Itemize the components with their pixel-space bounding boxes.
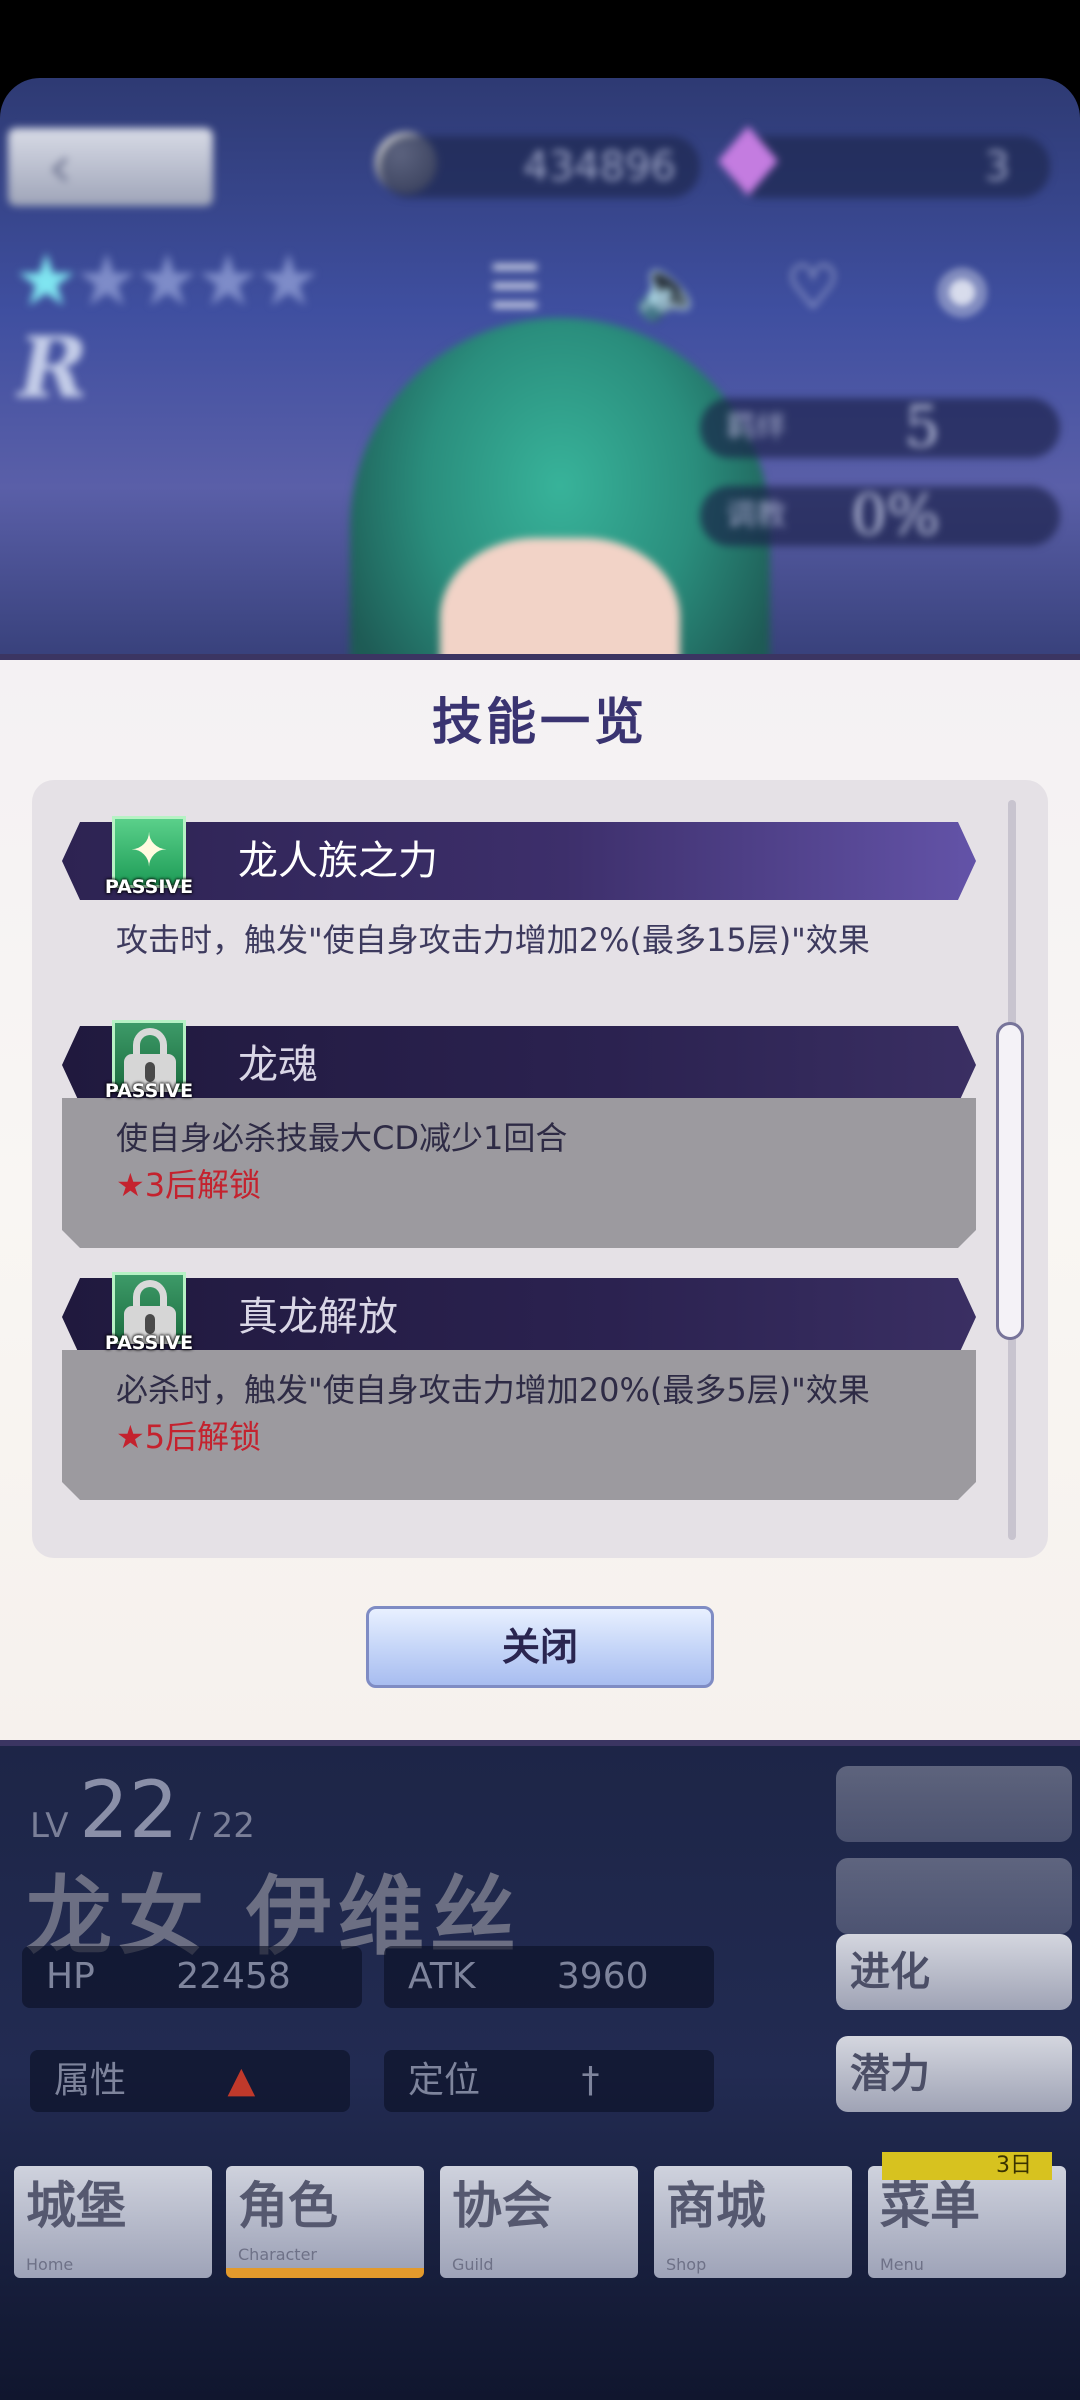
fire-element-icon: ▲ xyxy=(227,2060,256,2101)
bond-label: 羁绊 xyxy=(726,410,786,445)
view-eye-icon[interactable]: ◉ xyxy=(936,253,988,323)
skill-header: 龙魂 xyxy=(62,1026,976,1104)
menu-timer-badge: 3日 xyxy=(882,2152,1052,2180)
skill-description: 使自身必杀技最大CD减少1回合 xyxy=(116,1119,568,1157)
nav-tab-menu[interactable]: 菜单 Menu xyxy=(868,2166,1066,2278)
attribute-label: 属性 xyxy=(54,2060,127,2101)
star-empty-icon: ★ xyxy=(256,238,321,322)
level-value: 22 xyxy=(79,1766,179,1856)
star-empty-icon: ★ xyxy=(74,238,140,322)
skill-header: 真龙解放 xyxy=(62,1278,976,1356)
level-max: / 22 xyxy=(189,1806,255,1846)
rarity-label: R xyxy=(18,318,88,417)
sword-role-icon: † xyxy=(581,2060,600,2101)
skill-list-panel[interactable]: 龙人族之力 ✦ PASSIVE 攻击时，触发"使自身攻击力增加2%(最多15层)… xyxy=(32,780,1048,1558)
locked-skill-body: 使自身必杀技最大CD减少1回合 ★3后解锁 xyxy=(62,1098,976,1248)
passive-badge-label: PASSIVE xyxy=(104,1332,194,1354)
training-label: 调教 xyxy=(726,498,786,533)
skill-name: 龙人族之力 xyxy=(238,838,438,884)
nav-sublabel: Home xyxy=(26,2255,74,2274)
nav-sublabel: Shop xyxy=(666,2255,707,2274)
favorite-heart-icon[interactable]: ♡ xyxy=(786,253,840,323)
attribute-stat: 属性 ▲ xyxy=(30,2050,350,2112)
skill-item-locked[interactable]: 龙魂 使自身必杀技最大CD减少1回合 ★3后解锁 PASSIVE xyxy=(62,1020,976,1248)
skill-list-dialog: 技能一览 龙人族之力 ✦ PASSIVE 攻击时，触发"使自身攻击力增加2%(最… xyxy=(0,654,1080,1746)
character-screen-background: ‹ 434896 3 ★★★★★ R ☰ 🔈 ♡ ◉ 羁绊 5 调教 0% xyxy=(0,78,1080,663)
training-stat[interactable]: 调教 0% xyxy=(700,486,1060,546)
atk-stat: ATK 3960 xyxy=(384,1946,714,2008)
star-filled-icon: ★ xyxy=(14,238,79,322)
nav-label: 城堡 xyxy=(26,2177,126,2235)
back-button[interactable]: ‹ xyxy=(8,128,213,206)
nav-sublabel: Guild xyxy=(452,2255,494,2274)
unlock-requirement: ★3后解锁 xyxy=(116,1166,262,1204)
skill-name: 真龙解放 xyxy=(238,1294,398,1340)
nav-tab-guild[interactable]: 协会 Guild xyxy=(440,2166,638,2278)
skill-description: 攻击时，触发"使自身攻击力增加2%(最多15层)"效果 xyxy=(116,921,870,959)
profile-list-icon[interactable]: ☰ xyxy=(488,253,542,323)
role-label: 定位 xyxy=(408,2060,481,2101)
star-empty-icon: ★ xyxy=(135,238,200,322)
hp-stat: HP 22458 xyxy=(22,1946,362,2008)
bond-value: 5 xyxy=(904,395,940,460)
gem-counter: 3 xyxy=(730,136,1050,198)
locked-skill-body: 必杀时，触发"使自身攻击力增加20%(最多5层)"效果 ★5后解锁 xyxy=(62,1350,976,1500)
character-face xyxy=(440,538,680,663)
side-button-hidden-2[interactable] xyxy=(836,1858,1072,1934)
skill-header: 龙人族之力 xyxy=(62,822,976,900)
nav-tab-shop[interactable]: 商城 Shop xyxy=(654,2166,852,2278)
nav-tab-character[interactable]: 角色 Character xyxy=(226,2166,424,2278)
star-empty-icon: ★ xyxy=(195,238,261,322)
bond-stat: 羁绊 5 xyxy=(700,398,1060,458)
level-label: LV xyxy=(30,1806,69,1846)
nav-label: 商城 xyxy=(666,2177,766,2235)
potential-button[interactable]: 潜力 xyxy=(836,2036,1072,2112)
voice-speaker-icon[interactable]: 🔈 xyxy=(634,253,709,324)
skill-item-locked[interactable]: 真龙解放 必杀时，触发"使自身攻击力增加20%(最多5层)"效果 ★5后解锁 P… xyxy=(62,1272,976,1500)
level-display: LV 22 / 22 xyxy=(30,1766,255,1856)
star-rating: ★★★★★ xyxy=(14,238,321,322)
nav-sublabel: Character xyxy=(238,2245,317,2264)
passive-badge-label: PASSIVE xyxy=(104,1080,194,1102)
atk-label: ATK xyxy=(408,1956,476,1997)
dialog-title: 技能一览 xyxy=(432,693,648,751)
side-button-hidden-1[interactable] xyxy=(836,1766,1072,1842)
skill-item[interactable]: 龙人族之力 ✦ PASSIVE 攻击时，触发"使自身攻击力增加2%(最多15层)… xyxy=(62,816,976,964)
passive-badge-label: PASSIVE xyxy=(104,876,194,898)
nav-label: 菜单 xyxy=(880,2177,980,2235)
character-info-background: LV 22 / 22 龙女 伊维丝 HP 22458 ATK 3960 属性 ▲… xyxy=(0,1746,1080,2400)
role-stat: 定位 † xyxy=(384,2050,714,2112)
nav-sublabel: Menu xyxy=(880,2255,924,2274)
skill-name: 龙魂 xyxy=(238,1042,318,1088)
sparkle-icon: ✦ xyxy=(129,823,169,877)
unlock-requirement: ★5后解锁 xyxy=(116,1418,262,1456)
coin-counter: 434896 xyxy=(380,136,700,198)
hp-label: HP xyxy=(46,1956,95,1997)
scrollbar-thumb[interactable] xyxy=(996,1022,1024,1340)
skill-description: 必杀时，触发"使自身攻击力增加20%(最多5层)"效果 xyxy=(116,1371,870,1409)
training-value: 0% xyxy=(851,483,940,548)
nav-tab-home[interactable]: 城堡 Home xyxy=(14,2166,212,2278)
close-button[interactable]: 关闭 xyxy=(366,1606,714,1688)
hp-value: 22458 xyxy=(176,1956,291,1997)
atk-value: 3960 xyxy=(556,1956,649,1997)
evolve-button[interactable]: 进化 xyxy=(836,1934,1072,2010)
nav-label: 角色 xyxy=(238,2177,338,2235)
nav-label: 协会 xyxy=(452,2177,552,2235)
blur-layer: ‹ 434896 3 ★★★★★ R ☰ 🔈 ♡ ◉ 羁绊 5 调教 0% xyxy=(0,78,1080,663)
